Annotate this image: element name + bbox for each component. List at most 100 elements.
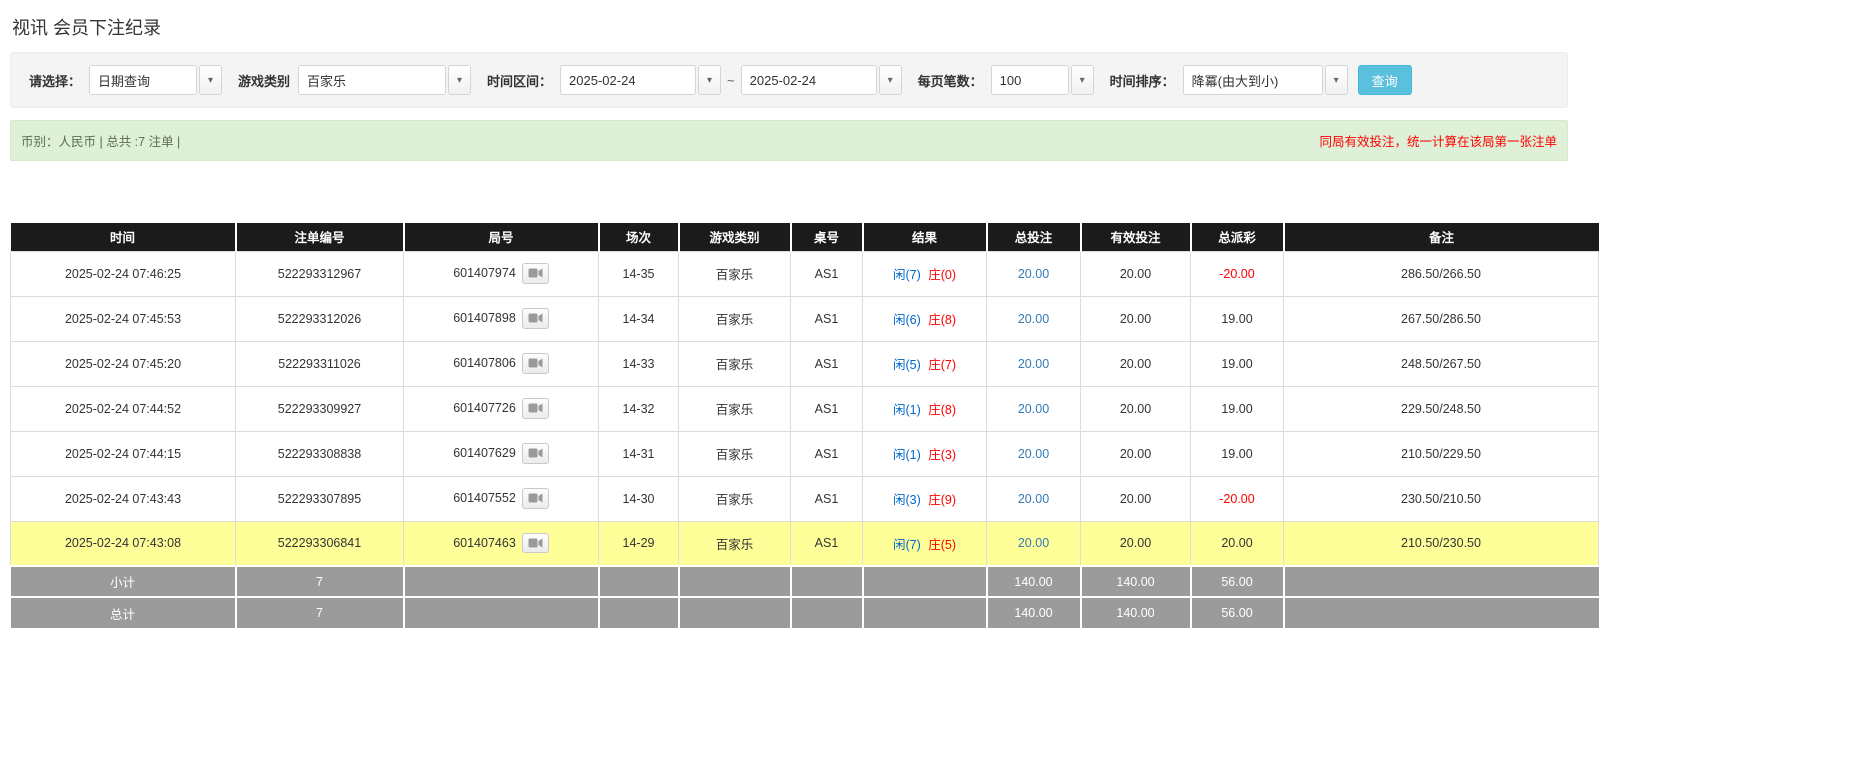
cell-result: 闲(5) 庄(7) [863,341,987,386]
cell-session: 14-32 [599,386,679,431]
round-number: 601407974 [453,266,516,280]
total-bet-link[interactable]: 20.00 [1018,312,1049,326]
video-camera-icon [528,267,543,279]
header-total-bet: 总投注 [987,223,1081,251]
subtotal-total-bet: 140.00 [987,566,1081,597]
per-page-select[interactable]: 100 ▾ [991,65,1094,95]
search-button[interactable]: 查询 [1358,65,1412,95]
cell-round: 601407806 [404,341,599,386]
chevron-down-icon[interactable]: ▾ [199,65,222,95]
cell-note: 210.50/230.50 [1284,521,1599,566]
round-number: 601407629 [453,446,516,460]
game-type-value[interactable]: 百家乐 [298,65,446,95]
query-type-label: 请选择： [29,71,81,90]
total-bet-link[interactable]: 20.00 [1018,536,1049,550]
empty-cell [863,597,987,628]
empty-cell [791,566,863,597]
total-bet-link[interactable]: 20.00 [1018,357,1049,371]
cell-result: 闲(1) 庄(8) [863,386,987,431]
date-range-separator: ~ [727,73,735,88]
total-bet-link[interactable]: 20.00 [1018,447,1049,461]
chevron-down-icon[interactable]: ▾ [879,65,902,95]
payout-value: 19.00 [1221,357,1252,371]
subtotal-payout: 56.00 [1191,566,1284,597]
game-type-select[interactable]: 百家乐 ▾ [298,65,471,95]
cell-total-bet: 20.00 [987,341,1081,386]
video-replay-button[interactable] [522,353,549,373]
header-table-no: 桌号 [791,223,863,251]
date-to-select[interactable]: 2025-02-24 ▾ [741,65,902,95]
cell-round: 601407726 [404,386,599,431]
chevron-down-icon[interactable]: ▾ [448,65,471,95]
total-bet-link[interactable]: 20.00 [1018,402,1049,416]
cell-payout: -20.00 [1191,476,1284,521]
cell-note: 286.50/266.50 [1284,251,1599,296]
cell-time: 2025-02-24 07:46:25 [11,251,236,296]
cell-total-bet: 20.00 [987,386,1081,431]
chevron-down-icon[interactable]: ▾ [1071,65,1094,95]
result-player: 闲(7) [893,268,921,282]
table-row: 2025-02-24 07:43:43 522293307895 6014075… [11,476,1599,521]
valid-bet-notice-text: 同局有效投注，统一计算在该局第一张注单 [1319,131,1557,150]
video-replay-button[interactable] [522,533,549,553]
subtotal-count: 7 [236,566,404,597]
cell-bet-id: 522293307895 [236,476,404,521]
cell-time: 2025-02-24 07:43:08 [11,521,236,566]
cell-total-bet: 20.00 [987,521,1081,566]
header-session: 场次 [599,223,679,251]
cell-table-no: AS1 [791,251,863,296]
cell-game-type: 百家乐 [679,476,791,521]
round-number: 601407552 [453,491,516,505]
video-camera-icon [528,492,543,504]
cell-valid-bet: 20.00 [1081,386,1191,431]
payout-value: 19.00 [1221,447,1252,461]
sort-order-label: 时间排序： [1110,71,1175,90]
query-type-select[interactable]: 日期查询 ▾ [89,65,222,95]
video-replay-button[interactable] [522,263,549,283]
header-valid-bet: 有效投注 [1081,223,1191,251]
payout-value: 19.00 [1221,312,1252,326]
result-player: 闲(6) [893,313,921,327]
summary-bar: 币别：人民币 | 总共 :7 注单 | 同局有效投注，统一计算在该局第一张注单 [10,120,1568,161]
cell-game-type: 百家乐 [679,431,791,476]
cell-payout: 19.00 [1191,386,1284,431]
per-page-value[interactable]: 100 [991,65,1069,95]
date-from-select[interactable]: 2025-02-24 ▾ [560,65,721,95]
table-row: 2025-02-24 07:45:53 522293312026 6014078… [11,296,1599,341]
result-banker: 庄(7) [928,358,956,372]
video-replay-button[interactable] [522,308,549,328]
cell-valid-bet: 20.00 [1081,341,1191,386]
video-replay-button[interactable] [522,398,549,418]
cell-total-bet: 20.00 [987,431,1081,476]
date-from-value[interactable]: 2025-02-24 [560,65,696,95]
payout-value: -20.00 [1219,267,1254,281]
cell-bet-id: 522293306841 [236,521,404,566]
chevron-down-icon[interactable]: ▾ [1325,65,1348,95]
total-count: 7 [236,597,404,628]
table-row: 2025-02-24 07:43:08 522293306841 6014074… [11,521,1599,566]
sort-order-value[interactable]: 降冪(由大到小) [1183,65,1323,95]
video-camera-icon [528,312,543,324]
result-player: 闲(1) [893,448,921,462]
sort-order-select[interactable]: 降冪(由大到小) ▾ [1183,65,1348,95]
cell-bet-id: 522293312967 [236,251,404,296]
query-type-value[interactable]: 日期查询 [89,65,197,95]
empty-cell [679,597,791,628]
result-banker: 庄(3) [928,448,956,462]
result-banker: 庄(8) [928,403,956,417]
date-to-value[interactable]: 2025-02-24 [741,65,877,95]
total-bet-link[interactable]: 20.00 [1018,267,1049,281]
bet-records-table: 时间 注单编号 局号 场次 游戏类别 桌号 结果 总投注 有效投注 总派彩 备注… [10,223,1599,628]
video-camera-icon [528,402,543,414]
cell-note: 210.50/229.50 [1284,431,1599,476]
subtotal-label: 小计 [11,566,236,597]
chevron-down-icon[interactable]: ▾ [698,65,721,95]
result-player: 闲(7) [893,538,921,552]
payout-value: 20.00 [1221,536,1252,550]
total-bet-link[interactable]: 20.00 [1018,492,1049,506]
game-type-label: 游戏类别 [238,71,290,90]
video-replay-button[interactable] [522,443,549,463]
video-replay-button[interactable] [522,488,549,508]
result-player: 闲(5) [893,358,921,372]
header-game-type: 游戏类别 [679,223,791,251]
